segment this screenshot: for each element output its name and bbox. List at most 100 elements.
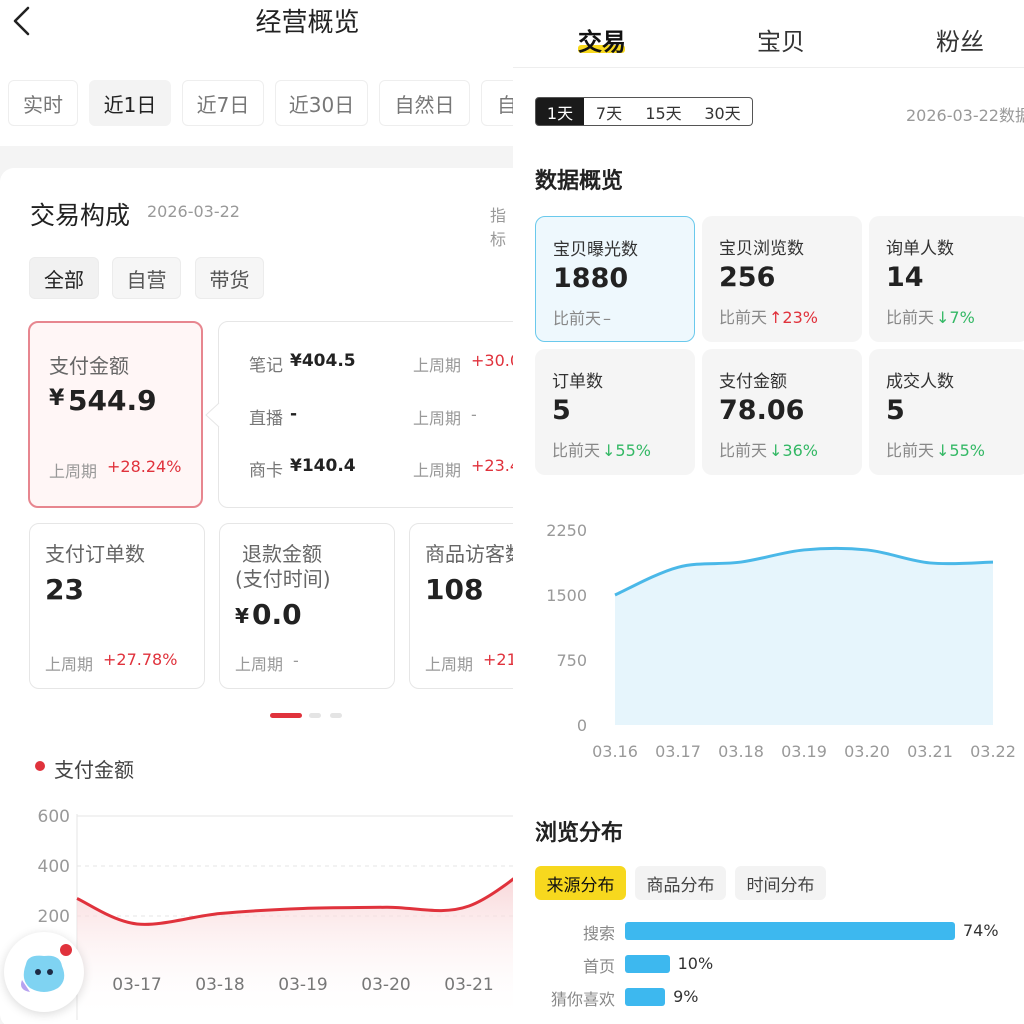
arrow-down-icon: ↓ xyxy=(936,441,950,460)
kpi-compare-label: 比前天 xyxy=(552,441,601,460)
metric-cmp-value: +21. xyxy=(483,650,513,669)
time-tab-1day[interactable]: 近1日 xyxy=(89,80,171,126)
pager-dot[interactable] xyxy=(330,713,342,718)
detail-row-label: 商卡 xyxy=(249,461,283,481)
metric-cmp-value: - xyxy=(293,651,299,670)
x-tick-label: 03-21 xyxy=(444,975,493,995)
dist-tab-time[interactable]: 时间分布 xyxy=(735,866,826,900)
metrics-link[interactable]: 指标 xyxy=(490,202,513,250)
tab-items[interactable]: 宝贝 xyxy=(757,22,805,57)
x-tick-label: 03.18 xyxy=(718,742,764,761)
arrow-down-icon: ↓ xyxy=(602,441,616,460)
kpi-card[interactable]: 询单人数 14 比前天 ↓7% xyxy=(869,216,1024,342)
browse-distribution-title: 浏览分布 xyxy=(535,821,624,846)
kpi-value: 5 xyxy=(552,395,571,426)
dist-label: 搜索 xyxy=(582,924,615,943)
detail-row-cmp-label: 上周期 xyxy=(413,356,462,375)
pay-amount-cmp-value: +28.24% xyxy=(107,457,182,476)
filter-tab-self[interactable]: 自营 xyxy=(112,257,181,299)
time-tab-natural-day[interactable]: 自然日 xyxy=(379,80,470,126)
kpi-compare-value: 55% xyxy=(949,441,985,460)
kpi-compare: 比前天 – xyxy=(553,305,611,329)
arrow-down-icon: ↓ xyxy=(769,441,783,460)
detail-row-value: ¥140.4 xyxy=(290,456,356,476)
metric-label: 商品访客数 xyxy=(425,542,513,566)
pay-amount-value: 544.9 xyxy=(68,384,157,417)
detail-row-cmp-label: 上周期 xyxy=(413,409,462,428)
kpi-compare: 比前天 ↓7% xyxy=(886,304,975,328)
kpi-compare-value: 36% xyxy=(782,441,818,460)
dist-tab-product[interactable]: 商品分布 xyxy=(635,866,726,900)
detail-row-value: ¥404.5 xyxy=(290,351,356,371)
currency-symbol: ¥ xyxy=(49,386,65,411)
metric-value: 23 xyxy=(45,573,84,606)
kpi-compare-label: 比前天 xyxy=(719,308,768,327)
arrow-up-icon: ↑ xyxy=(769,308,783,327)
pager-dot-active[interactable] xyxy=(270,713,302,718)
kpi-card[interactable]: 宝贝曝光数 1880 比前天 – xyxy=(535,216,695,342)
metric-value: 108 xyxy=(425,573,484,606)
page-title: 经营概览 xyxy=(255,8,360,38)
dist-label: 猜你喜欢 xyxy=(550,990,615,1009)
kpi-value: 78.06 xyxy=(719,395,805,426)
detail-row-value: - xyxy=(290,404,298,424)
detail-row-cmp-value: - xyxy=(471,405,477,424)
kpi-compare-label: 比前天 xyxy=(553,309,602,328)
range-30day[interactable]: 30天 xyxy=(693,97,753,126)
filter-tab-all[interactable]: 全部 xyxy=(29,257,99,299)
kpi-card[interactable]: 订单数 5 比前天 ↓55% xyxy=(535,349,695,475)
pager-dot[interactable] xyxy=(309,713,321,718)
metric-label: 支付订单数 xyxy=(45,542,145,566)
dist-value: 9% xyxy=(673,987,699,1006)
x-tick-label: 03.17 xyxy=(655,742,701,761)
detail-row-label: 直播 xyxy=(249,409,283,429)
metric-label-sub: (支付时间) xyxy=(235,567,331,591)
x-tick-label: 03-20 xyxy=(361,975,410,995)
kpi-compare: 比前天 ↓55% xyxy=(552,437,651,461)
time-tab-more[interactable]: 自 xyxy=(481,80,513,126)
data-date: 2026-03-22数据 xyxy=(906,106,1024,125)
kpi-compare-value: 7% xyxy=(949,308,975,327)
pay-amount-cmp-label: 上周期 xyxy=(49,462,98,481)
y-tick-label: 1500 xyxy=(546,586,587,605)
assistant-mascot-icon xyxy=(21,955,65,992)
y-tick-label: 0 xyxy=(577,716,587,735)
metric-cmp-label: 上周期 xyxy=(235,655,284,674)
notification-dot xyxy=(60,944,72,956)
time-tab-30day[interactable]: 近30日 xyxy=(275,80,368,126)
x-tick-label: 03.21 xyxy=(907,742,953,761)
x-tick-label: 03.19 xyxy=(781,742,827,761)
detail-row-cmp-label: 上周期 xyxy=(413,461,462,480)
kpi-compare-label: 比前天 xyxy=(719,441,768,460)
dist-tab-source[interactable]: 来源分布 xyxy=(535,866,626,900)
x-tick-label: 03-17 xyxy=(112,975,161,995)
range-7day[interactable]: 7天 xyxy=(584,97,635,126)
kpi-compare: 比前天 ↑23% xyxy=(719,304,818,328)
kpi-card[interactable]: 成交人数 5 比前天 ↓55% xyxy=(869,349,1024,475)
dist-bar xyxy=(625,988,666,1006)
x-tick-label: 03.20 xyxy=(844,742,890,761)
metric-cmp-label: 上周期 xyxy=(45,655,94,674)
tab-trade[interactable]: 交易 xyxy=(578,22,626,57)
time-tab-realtime[interactable]: 实时 xyxy=(8,80,78,126)
kpi-card[interactable]: 支付金额 78.06 比前天 ↓36% xyxy=(702,349,862,475)
tab-divider xyxy=(513,67,1024,68)
left-panel: 经营概览 实时 近1日 近7日 近30日 自然日 自 交易构成 2026-03-… xyxy=(0,0,513,1024)
filter-tab-carry[interactable]: 带货 xyxy=(195,257,264,299)
y-tick-label: 750 xyxy=(556,651,587,670)
dist-value: 10% xyxy=(677,954,714,973)
kpi-label: 宝贝曝光数 xyxy=(553,240,638,260)
range-1day[interactable]: 1天 xyxy=(535,97,585,126)
y-tick-label: 200 xyxy=(38,907,70,927)
range-15day[interactable]: 15天 xyxy=(634,97,694,126)
section-date: 2026-03-22 xyxy=(147,202,240,221)
arrow-down-icon: ↓ xyxy=(936,308,950,327)
time-tab-7day[interactable]: 近7日 xyxy=(182,80,264,126)
area-fill xyxy=(615,548,993,725)
tab-fans[interactable]: 粉丝 xyxy=(936,22,984,57)
kpi-card[interactable]: 宝贝浏览数 256 比前天 ↑23% xyxy=(702,216,862,342)
pointer-notch-icon xyxy=(205,403,220,427)
exposure-area-chart: 0 750 1500 2250 03.16 03.17 03.18 03.19 03.20 03.… xyxy=(546,521,1016,761)
kpi-compare: 比前天 ↓36% xyxy=(719,437,818,461)
x-tick-label: 03-19 xyxy=(278,975,327,995)
